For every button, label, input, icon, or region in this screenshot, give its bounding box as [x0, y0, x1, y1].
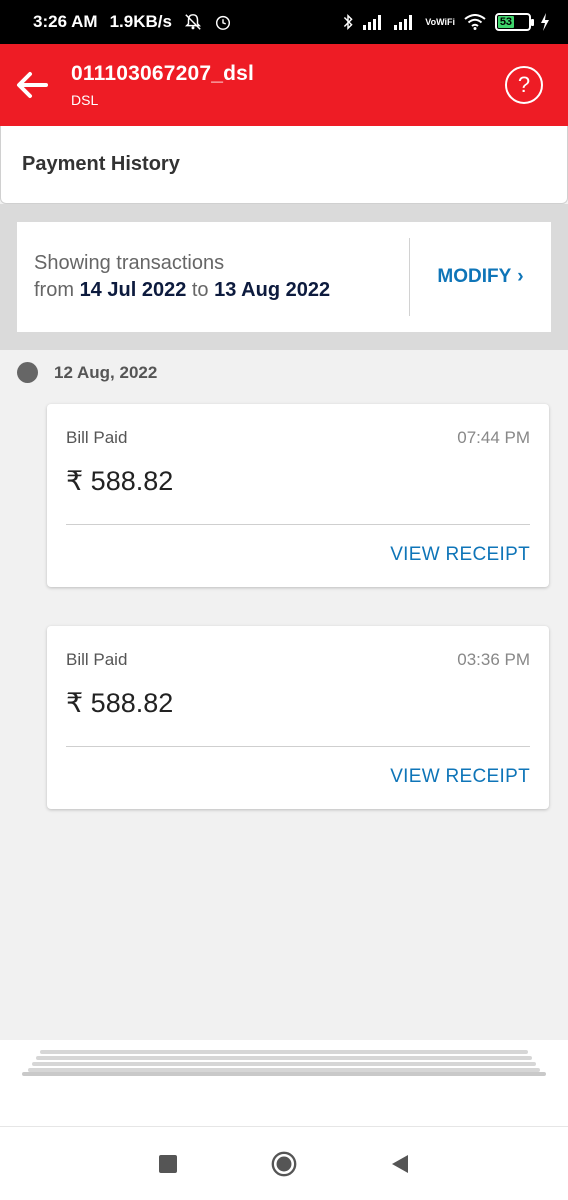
date-range-text: Showing transactions from 14 Jul 2022 to… — [17, 250, 409, 304]
stacked-sheet — [22, 1040, 546, 1076]
chevron-right-icon: › — [517, 266, 524, 287]
bluetooth-icon — [342, 13, 354, 31]
range-to-word: to — [191, 279, 209, 301]
signal-icon — [394, 14, 416, 30]
status-net-speed: 1.9KB/s — [109, 12, 172, 31]
transaction-card: Bill Paid 07:44 PM ₹ 588.82 VIEW RECEIPT — [47, 404, 549, 587]
transaction-type: Bill Paid — [66, 428, 128, 447]
range-from-word: from — [34, 279, 74, 301]
vowifi-icon: Vo WiFi — [425, 16, 455, 27]
square-icon — [159, 1154, 177, 1173]
modify-label: MODIFY — [437, 266, 512, 287]
range-caption: Showing transactions — [34, 252, 225, 274]
alarm-icon — [214, 13, 232, 31]
arrow-left-icon — [17, 72, 48, 98]
app-bar: 011103067207_dsl DSL ? — [0, 44, 568, 126]
back-button[interactable] — [0, 44, 64, 126]
back-nav-button[interactable] — [386, 1150, 414, 1178]
range-from-date: 14 Jul 2022 — [79, 279, 187, 301]
bottom-sheet-handle[interactable] — [0, 1040, 568, 1126]
transaction-time: 07:44 PM — [457, 428, 530, 447]
help-icon: ? — [517, 72, 531, 97]
range-to-date: 13 Aug 2022 — [214, 279, 331, 301]
date-range-section: Showing transactions from 14 Jul 2022 to… — [0, 204, 568, 350]
system-nav-bar — [0, 1126, 568, 1200]
signal-icon — [363, 14, 385, 30]
circle-home-icon — [271, 1151, 297, 1176]
timeline-dot-icon — [17, 362, 38, 383]
help-button[interactable]: ? — [505, 66, 543, 104]
recents-button[interactable] — [154, 1150, 182, 1178]
transaction-time: 03:36 PM — [457, 650, 530, 669]
transaction-amount: ₹ 588.82 — [66, 688, 174, 718]
home-button[interactable] — [270, 1150, 298, 1178]
account-title: 011103067207_dsl — [71, 62, 255, 85]
timeline-date-row: 12 Aug, 2022 — [17, 362, 157, 383]
bell-off-icon — [184, 13, 202, 31]
status-bar: 3:26 AM 1.9KB/s Vo WiFi 53 — [0, 0, 568, 44]
modify-button[interactable]: MODIFY › — [410, 266, 551, 288]
page-title-card: Payment History — [0, 126, 568, 204]
transaction-divider — [66, 746, 530, 747]
view-receipt-button[interactable]: VIEW RECEIPT — [390, 766, 530, 788]
transaction-type: Bill Paid — [66, 650, 128, 669]
view-receipt-button[interactable]: VIEW RECEIPT — [390, 544, 530, 566]
timeline-date: 12 Aug, 2022 — [54, 362, 158, 382]
wifi-icon — [464, 14, 486, 30]
transaction-card: Bill Paid 03:36 PM ₹ 588.82 VIEW RECEIPT — [47, 626, 549, 809]
transaction-amount: ₹ 588.82 — [66, 466, 174, 496]
page-title: Payment History — [22, 153, 180, 175]
charging-icon — [540, 13, 550, 31]
status-time: 3:26 AM — [33, 12, 98, 31]
battery-icon: 53 — [495, 13, 534, 31]
account-subtitle: DSL — [71, 92, 99, 108]
battery-level: 53 — [498, 16, 514, 28]
transaction-divider — [66, 524, 530, 525]
date-range-card: Showing transactions from 14 Jul 2022 to… — [17, 222, 551, 332]
triangle-back-icon — [392, 1154, 408, 1173]
